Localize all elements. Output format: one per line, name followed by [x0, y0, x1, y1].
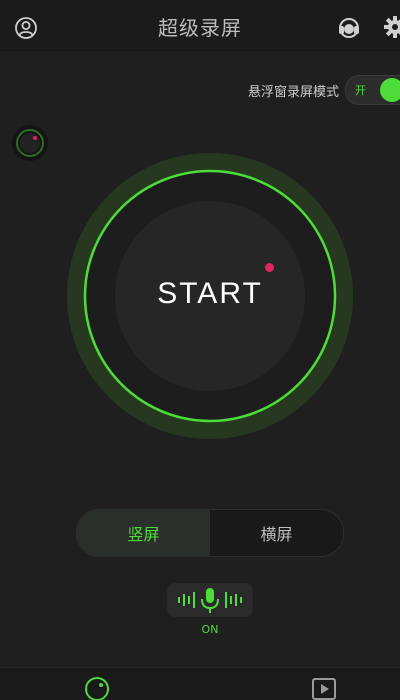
headset-icon[interactable] — [336, 15, 362, 41]
app-screen: 超级录屏 悬浮窗录屏模式 开 START 竖屏 横屏 ON — [0, 0, 400, 700]
floating-mode-row: 悬浮窗录屏模式 开 — [247, 75, 400, 105]
gear-icon[interactable] — [382, 14, 400, 40]
orientation-selector: 竖屏 横屏 — [76, 509, 344, 557]
microphone-toggle[interactable] — [167, 583, 253, 617]
toggle-knob — [380, 78, 400, 102]
toggle-state-text: 开 — [355, 84, 366, 97]
microphone-icon — [178, 588, 242, 613]
portrait-option[interactable]: 竖屏 — [77, 510, 210, 556]
bottom-nav — [0, 667, 400, 700]
record-icon[interactable] — [84, 676, 110, 700]
landscape-option[interactable]: 横屏 — [210, 510, 343, 556]
play-icon[interactable] — [311, 676, 337, 700]
start-label: START — [157, 277, 263, 310]
floating-mode-label: 悬浮窗录屏模式 — [247, 84, 339, 100]
record-indicator-dot — [265, 263, 274, 272]
floating-mode-toggle[interactable]: 开 — [345, 75, 400, 105]
top-bar: 超级录屏 — [0, 0, 400, 51]
floating-ball-icon[interactable] — [12, 125, 48, 161]
microphone-state: ON — [201, 623, 219, 636]
start-record-button[interactable]: START — [67, 153, 353, 439]
